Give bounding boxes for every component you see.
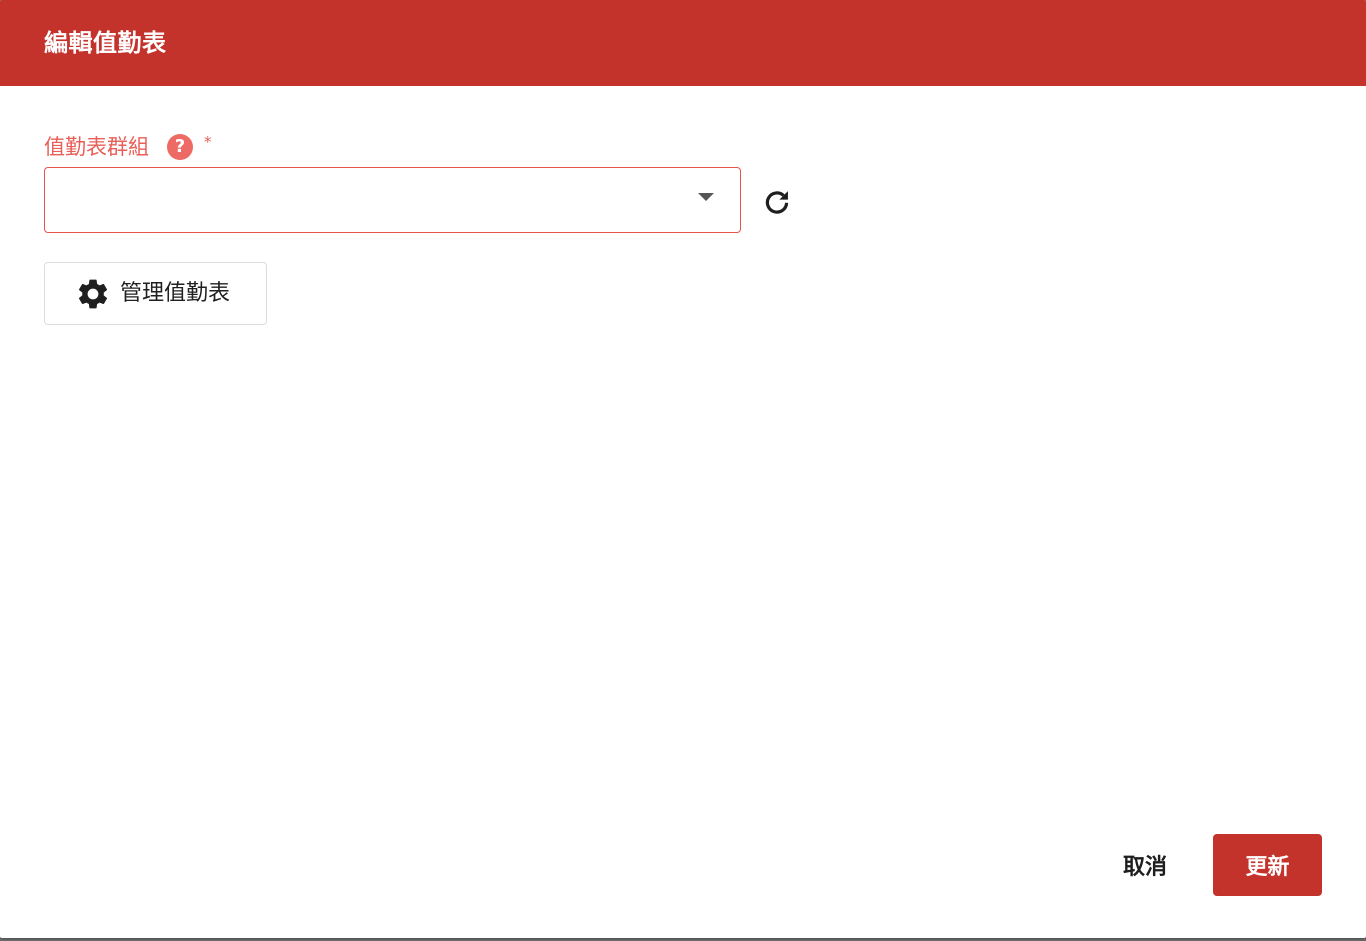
duty-group-label: 值勤表群組: [44, 135, 149, 159]
update-button[interactable]: 更新: [1213, 834, 1322, 896]
required-marker: *: [204, 133, 212, 151]
refresh-icon: [765, 191, 789, 214]
gear-icon: [78, 279, 108, 308]
edit-duty-roster-dialog: 編輯值勤表 值勤表群組 ? * 管理值勤表 取消 更新: [0, 0, 1366, 938]
refresh-button[interactable]: [758, 183, 796, 221]
dialog-title: 編輯值勤表: [44, 29, 167, 57]
dialog-header: 編輯值勤表: [0, 0, 1366, 86]
duty-group-label-row: 值勤表群組 ? *: [44, 132, 212, 162]
help-icon[interactable]: ?: [167, 134, 193, 160]
caret-down-icon: [698, 193, 714, 201]
manage-duty-roster-button[interactable]: 管理值勤表: [44, 262, 267, 325]
duty-group-select[interactable]: [44, 167, 741, 233]
manage-duty-roster-label: 管理值勤表: [120, 280, 231, 306]
cancel-button[interactable]: 取消: [1106, 835, 1184, 895]
